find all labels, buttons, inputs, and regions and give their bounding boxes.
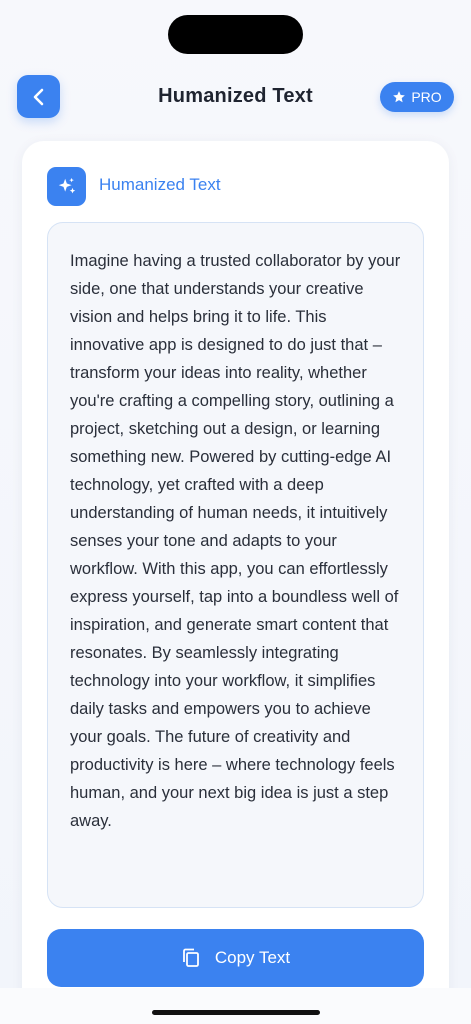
copy-text-button[interactable]: Copy Text [47,929,424,987]
pro-button[interactable]: PRO [380,82,454,112]
humanized-text-box[interactable]: Imagine having a trusted collaborator by… [47,222,424,908]
copy-icon [182,948,199,967]
home-indicator [152,1010,320,1015]
pro-label: PRO [411,89,442,105]
sparkles-icon [47,167,86,206]
card-header-label: Humanized Text [99,175,221,194]
bottom-bar [0,988,471,1024]
star-icon [393,91,406,103]
screen: Humanized Text PRO Humanized Text Imagin… [0,0,471,1024]
dynamic-island [168,15,303,54]
humanized-text: Imagine having a trusted collaborator by… [70,252,401,830]
copy-text-label: Copy Text [214,948,291,967]
